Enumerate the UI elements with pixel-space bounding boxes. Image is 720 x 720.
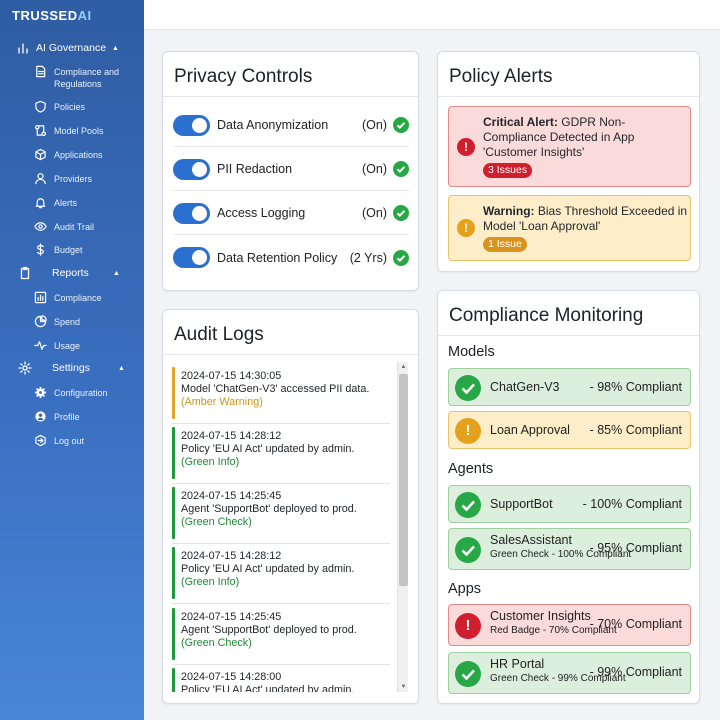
privacy-controls-card: Privacy Controls Data Anonymization (On)… [162,51,419,291]
sidebar-item-compliance-report[interactable]: Compliance [34,291,138,304]
compliance-monitoring-title: Compliance Monitoring [438,291,699,336]
compliance-item-loan-approval[interactable]: ! Loan Approval - 85% Compliant [448,411,691,449]
sidebar-item-usage[interactable]: Usage [34,340,138,352]
log-entry: 2024-07-15 14:28:12 Policy 'EU AI Act' u… [172,544,390,604]
log-entry: 2024-07-15 14:25:45 Agent 'SupportBot' d… [172,484,390,544]
top-bar [144,0,720,30]
policy-alerts-card: Policy Alerts ! Critical Alert: GDPR Non… [437,51,700,272]
compliance-item-hr-portal[interactable]: HR Portal Green Check - 99% Compliant - … [448,652,691,694]
models-heading: Models [448,344,495,360]
bar-chart-icon [18,43,28,54]
sidebar-item-audit-trail[interactable]: Audit Trail [34,221,138,233]
bell-icon [35,198,46,209]
severity-bar [172,608,175,660]
check-circle-icon [455,492,481,518]
severity-bar [172,367,175,419]
severity-bar [172,487,175,539]
sidebar-item-providers[interactable]: Providers [34,173,138,185]
sidebar-item-applications[interactable]: Applications [34,148,138,161]
exclamation-icon: ! [457,219,475,237]
sidebar-item-configuration[interactable]: Configuration [34,386,138,399]
apps-heading: Apps [448,581,482,597]
check-circle-icon [393,249,409,266]
scroll-up-arrow[interactable]: ▲ [398,362,409,372]
privacy-row-data-retention-policy: Data Retention Policy (2 Yrs) [173,236,409,279]
audit-log-list[interactable]: 2024-07-15 14:30:05 Model 'ChatGen-V3' a… [172,364,407,692]
audit-log-scrollbar[interactable]: ▲ ▼ [397,362,408,692]
sidebar-item-log-out[interactable]: Log out [34,434,138,447]
warning-alert[interactable]: ! Warning: Bias Threshold Exceeded in Mo… [448,195,691,261]
chevron-up-icon: ▲ [113,269,120,277]
cube-icon [35,148,46,161]
gear-icon [34,386,47,399]
privacy-controls-title: Privacy Controls [163,52,418,97]
brand-logo[interactable]: TRUSSEDAI [12,8,92,23]
check-circle-icon [455,537,481,563]
severity-bar [172,427,175,479]
privacy-row-pii-redaction: PII Redaction (On) [173,148,409,191]
nav-section-settings[interactable]: Settings ▲ [0,361,144,375]
audit-logs-card: Audit Logs 2024-07-15 14:30:05 Model 'Ch… [162,309,419,704]
sidebar-item-spend[interactable]: Spend [34,315,138,328]
agents-heading: Agents [448,461,494,477]
log-entry: 2024-07-15 14:28:00 Policy 'EU AI Act' u… [172,665,390,692]
scroll-thumb[interactable] [399,374,408,586]
nav-section-ai-governance[interactable]: AI Governance ▲ [0,41,144,55]
privacy-row-access-logging: Access Logging (On) [173,192,409,235]
check-circle-icon [455,375,481,401]
log-entry: 2024-07-15 14:28:12 Policy 'EU AI Act' u… [172,424,390,484]
profile-icon [35,411,46,422]
activity-icon [34,341,47,350]
severity-bar [172,547,175,599]
dollar-icon [36,243,44,256]
critical-alert[interactable]: ! Critical Alert: GDPR Non-Compliance De… [448,106,691,187]
sidebar-item-policies[interactable]: Policies [34,100,138,113]
sidebar-item-budget[interactable]: Budget [34,243,138,256]
log-entry: 2024-07-15 14:30:05 Model 'ChatGen-V3' a… [172,364,390,424]
sidebar-item-alerts[interactable]: Alerts [34,197,138,209]
check-circle-icon [393,117,409,133]
exclamation-icon: ! [457,138,475,156]
policy-alerts-title: Policy Alerts [438,52,699,97]
pie-chart-icon [34,315,47,328]
logout-icon [35,434,46,447]
audit-logs-title: Audit Logs [163,310,418,355]
toggle-switch[interactable] [173,114,210,136]
check-circle-icon [455,661,481,687]
toggle-switch[interactable] [173,247,210,268]
check-circle-icon [393,161,409,177]
bar-chart-icon [34,291,47,304]
model-pool-icon [34,124,47,137]
exclamation-icon: ! [455,613,481,639]
user-icon [35,173,46,185]
document-icon [36,65,46,78]
compliance-item-chatgen-v3[interactable]: ChatGen-V3 - 98% Compliant [448,368,691,406]
sidebar-item-profile[interactable]: Profile [34,411,138,423]
sidebar-item-model-pools[interactable]: Model Pools [34,124,138,137]
issues-badge[interactable]: 1 Issue [483,237,527,252]
eye-icon [34,222,47,231]
gear-icon [18,361,32,375]
compliance-item-customer-insights[interactable]: ! Customer Insights Red Badge - 70% Comp… [448,604,691,646]
chevron-up-icon: ▲ [112,44,119,52]
exclamation-icon: ! [455,418,481,444]
clipboard-icon [20,266,30,280]
privacy-row-data-anonymization: Data Anonymization (On) [173,104,409,147]
log-entry: 2024-07-15 14:25:45 Agent 'SupportBot' d… [172,605,390,665]
nav-section-reports[interactable]: Reports ▲ [0,266,144,280]
sidebar-item-compliance-and-regulations[interactable]: Compliance and Regulations [34,65,138,90]
shield-icon [35,100,46,113]
severity-bar [172,668,175,692]
compliance-item-supportbot[interactable]: SupportBot - 100% Compliant [448,485,691,523]
chevron-up-icon: ▲ [118,364,125,372]
issues-badge[interactable]: 3 Issues [483,163,533,178]
toggle-switch[interactable] [173,202,210,224]
compliance-monitoring-card: Compliance Monitoring Models ChatGen-V3 … [437,290,700,704]
scroll-down-arrow[interactable]: ▼ [398,682,409,692]
compliance-item-salesassistant[interactable]: SalesAssistant Green Check - 100% Compli… [448,528,691,570]
sidebar: TRUSSEDAI AI Governance ▲ Compliance and… [0,0,144,720]
check-circle-icon [393,205,409,221]
toggle-switch[interactable] [173,158,210,180]
